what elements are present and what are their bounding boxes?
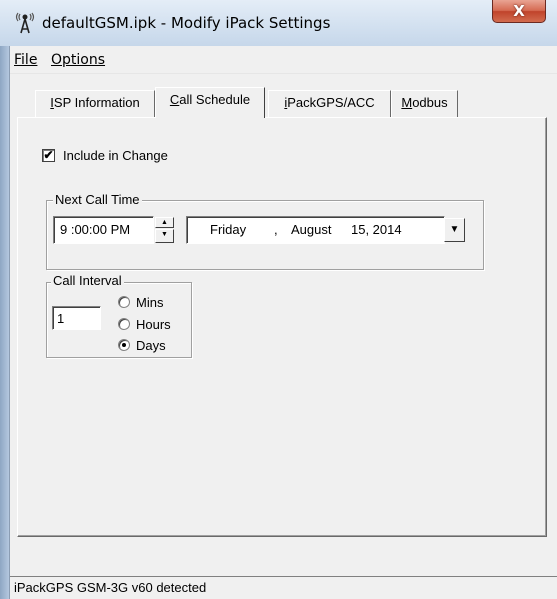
next-call-date-field[interactable]: Friday , August 15, 2014 [186, 216, 445, 244]
radio-mins-label: Mins [136, 295, 164, 310]
include-in-change-label: Include in Change [63, 148, 168, 163]
menu-options-label: Options [51, 52, 106, 68]
tab-call-schedule[interactable]: Call Schedule [155, 87, 265, 118]
date-day-year: 15, 2014 [351, 222, 402, 237]
call-interval-input[interactable]: 1 [52, 306, 101, 330]
check-icon: ✔ [43, 148, 54, 162]
next-call-time-field[interactable]: 9 :00:00 PM [53, 216, 154, 244]
close-button[interactable]: X [492, 0, 546, 23]
date-weekday: Friday [210, 222, 247, 237]
close-icon: X [513, 2, 525, 20]
spin-up-icon: ▲ [161, 219, 168, 226]
time-value: 9 :00:00 PM [60, 222, 131, 237]
radio-mins[interactable] [118, 296, 130, 308]
menu-options[interactable]: Options [51, 52, 105, 68]
include-in-change-checkbox[interactable]: ✔ [42, 149, 55, 162]
radio-days[interactable] [118, 339, 130, 351]
chevron-down-icon: ▼ [449, 224, 460, 235]
radio-selected-dot [122, 343, 126, 347]
time-spin-down[interactable]: ▼ [155, 229, 174, 243]
status-text: iPackGPS GSM-3G v60 detected [14, 580, 207, 595]
time-spin-up[interactable]: ▲ [155, 217, 174, 228]
tab-modbus[interactable]: Modbus [391, 90, 458, 117]
tab-label: Call Schedule [169, 92, 251, 107]
radio-hours-label: Hours [136, 317, 171, 332]
tab-ipackgps-acc[interactable]: iPackGPS/ACC [268, 90, 391, 117]
tab-label: iPackGPS/ACC [284, 95, 375, 110]
date-dropdown-button[interactable]: ▼ [444, 218, 465, 242]
menu-bar: File Options [10, 46, 557, 74]
next-call-time-legend: Next Call Time [53, 192, 142, 207]
menu-file-label: File [14, 52, 38, 68]
radio-hours[interactable] [118, 318, 130, 330]
window-frame-left [0, 40, 9, 599]
dialog-client: File Options ISP Information Call Schedu… [9, 46, 557, 599]
antenna-icon [14, 10, 36, 34]
date-month: August [291, 222, 332, 237]
date-separator: , [274, 222, 278, 237]
tab-label: Modbus [401, 95, 448, 110]
tab-label: ISP Information [50, 95, 140, 110]
call-interval-legend: Call Interval [51, 273, 124, 288]
tab-isp-information[interactable]: ISP Information [35, 90, 155, 117]
menu-file[interactable]: File [14, 52, 37, 68]
radio-days-label: Days [136, 338, 166, 353]
status-bar: iPackGPS GSM-3G v60 detected [10, 576, 557, 599]
spin-down-icon: ▼ [161, 231, 168, 238]
window-title: defaultGSM.ipk - Modify iPack Settings [42, 14, 331, 32]
title-bar[interactable]: defaultGSM.ipk - Modify iPack Settings X [0, 0, 557, 46]
call-interval-value: 1 [57, 311, 65, 326]
